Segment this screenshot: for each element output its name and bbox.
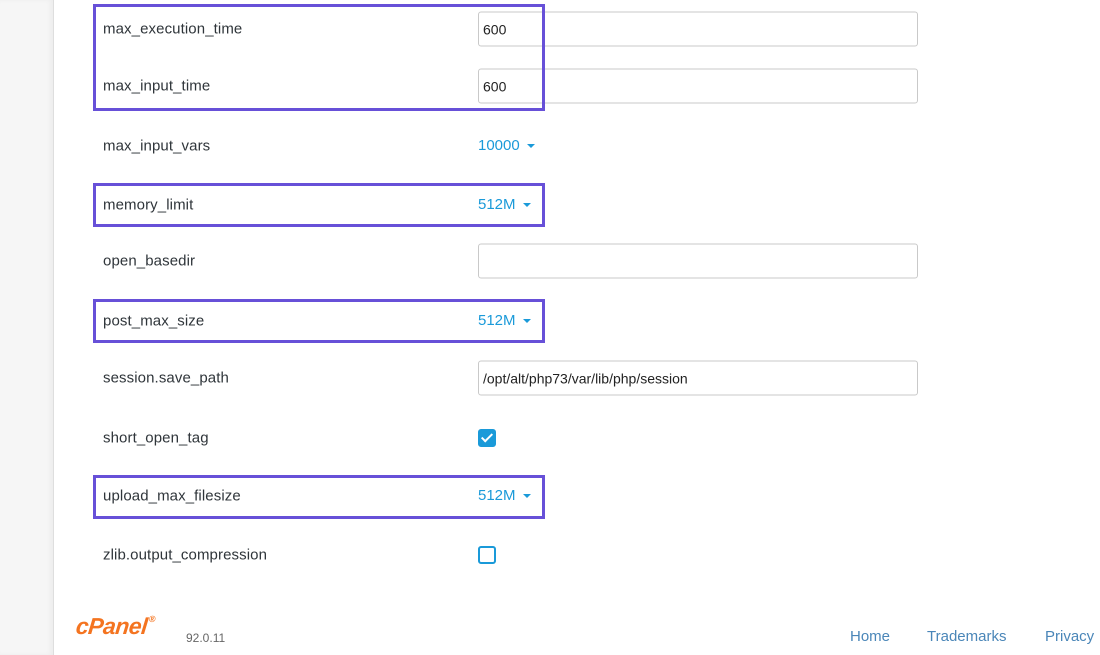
footer-link-trademarks[interactable]: Trademarks bbox=[927, 628, 1006, 645]
footer-link-home[interactable]: Home bbox=[850, 628, 890, 645]
label-max-execution-time: max_execution_time bbox=[103, 20, 243, 38]
dropdown-value-upload-max-filesize: 512M bbox=[478, 487, 516, 504]
input-session-save-path[interactable] bbox=[478, 360, 918, 396]
row-max-execution-time: max_execution_time bbox=[103, 7, 923, 51]
label-max-input-vars: max_input_vars bbox=[103, 137, 211, 155]
input-max-input-time[interactable] bbox=[478, 68, 918, 104]
caret-down-icon bbox=[522, 202, 531, 207]
row-zlib-output-compression: zlib.output_compression bbox=[103, 533, 923, 577]
php-settings-form: max_execution_time max_input_time max_in… bbox=[0, 0, 1100, 600]
label-memory-limit: memory_limit bbox=[103, 196, 194, 214]
cpanel-logo: cPanel® bbox=[74, 613, 156, 639]
row-session-save-path: session.save_path bbox=[103, 356, 923, 400]
registered-mark: ® bbox=[148, 614, 156, 624]
label-upload-max-filesize: upload_max_filesize bbox=[103, 487, 241, 505]
dropdown-upload-max-filesize[interactable]: 512M bbox=[478, 487, 531, 504]
row-open-basedir: open_basedir bbox=[103, 239, 923, 283]
caret-down-icon bbox=[522, 493, 531, 498]
input-open-basedir[interactable] bbox=[478, 243, 918, 279]
dropdown-post-max-size[interactable]: 512M bbox=[478, 312, 531, 329]
dropdown-memory-limit[interactable]: 512M bbox=[478, 196, 531, 213]
checkbox-short-open-tag[interactable] bbox=[478, 429, 496, 447]
label-session-save-path: session.save_path bbox=[103, 369, 229, 387]
dropdown-max-input-vars[interactable]: 10000 bbox=[478, 137, 535, 154]
caret-down-icon bbox=[522, 318, 531, 323]
dropdown-value-post-max-size: 512M bbox=[478, 312, 516, 329]
label-post-max-size: post_max_size bbox=[103, 312, 205, 330]
dropdown-value-memory-limit: 512M bbox=[478, 196, 516, 213]
row-memory-limit: memory_limit 512M bbox=[103, 183, 923, 227]
row-post-max-size: post_max_size 512M bbox=[103, 299, 923, 343]
input-max-execution-time[interactable] bbox=[478, 11, 918, 47]
footer-link-privacy[interactable]: Privacy bbox=[1045, 628, 1094, 645]
label-open-basedir: open_basedir bbox=[103, 252, 196, 270]
row-max-input-time: max_input_time bbox=[103, 64, 923, 108]
checkbox-zlib-output-compression[interactable] bbox=[478, 546, 496, 564]
row-short-open-tag: short_open_tag bbox=[103, 416, 923, 460]
row-max-input-vars: max_input_vars 10000 bbox=[103, 124, 923, 168]
row-upload-max-filesize: upload_max_filesize 512M bbox=[103, 474, 923, 518]
page-footer: cPanel® 92.0.11 Home Trademarks Privacy bbox=[0, 610, 1100, 655]
version-number: 92.0.11 bbox=[186, 631, 226, 645]
label-zlib-output-compression: zlib.output_compression bbox=[103, 546, 268, 564]
label-short-open-tag: short_open_tag bbox=[103, 429, 209, 447]
dropdown-value-max-input-vars: 10000 bbox=[478, 137, 520, 154]
caret-down-icon bbox=[526, 143, 535, 148]
label-max-input-time: max_input_time bbox=[103, 77, 211, 95]
